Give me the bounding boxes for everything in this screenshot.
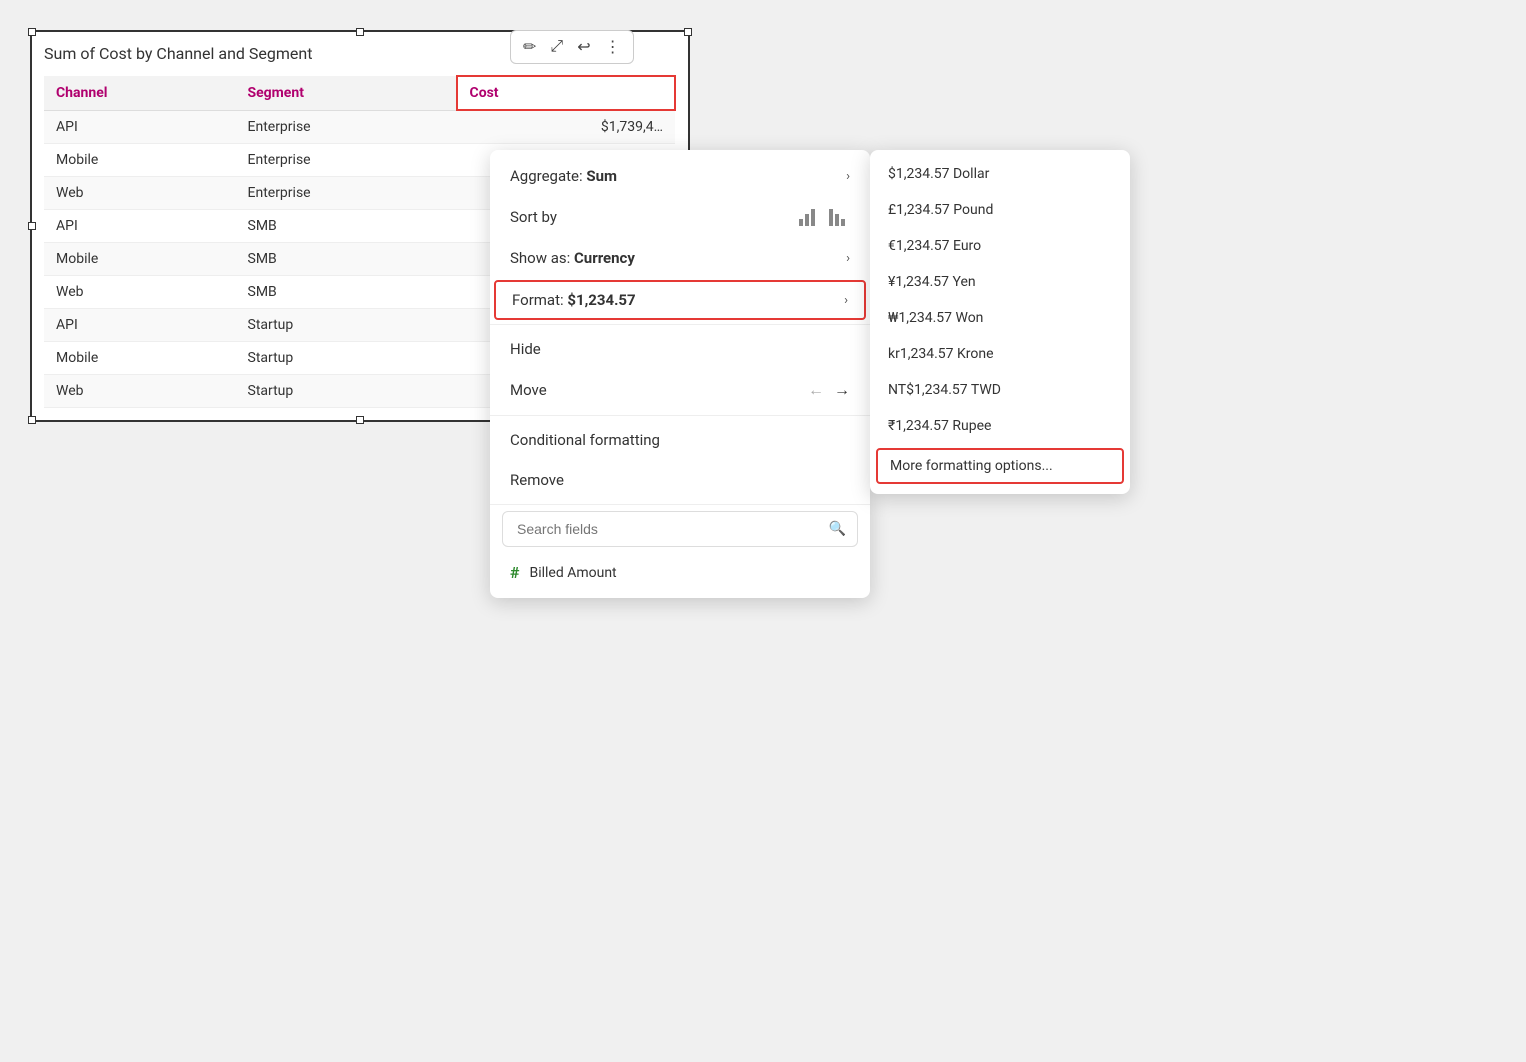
cell-segment: Enterprise [236, 110, 457, 144]
resize-handle-bm[interactable] [356, 416, 364, 424]
show-as-label: Show as: Currency [510, 249, 635, 267]
cell-channel: API [44, 110, 236, 144]
menu-item-move: Move ← → [490, 369, 870, 411]
col-header-cost[interactable]: Cost [457, 76, 675, 110]
undo-button[interactable]: ↩ [573, 35, 594, 59]
separator-1 [490, 324, 870, 325]
hash-icon: # [510, 563, 519, 582]
menu-item-remove[interactable]: Remove [490, 460, 870, 500]
move-arrows: ← → [808, 380, 850, 400]
menu-item-conditional-formatting[interactable]: Conditional formatting [490, 420, 870, 460]
cell-channel: Mobile [44, 243, 236, 276]
conditional-formatting-label: Conditional formatting [510, 431, 660, 449]
resize-handle-ml[interactable] [28, 222, 36, 230]
move-right-icon[interactable]: → [834, 380, 850, 400]
cell-segment: Enterprise [236, 144, 457, 177]
sort-asc-icon[interactable] [798, 207, 820, 227]
currency-item[interactable]: ₹1,234.57 Rupee [870, 408, 1130, 444]
menu-item-show-as[interactable]: Show as: Currency › [490, 238, 870, 278]
cell-channel: Web [44, 276, 236, 309]
col-header-channel[interactable]: Channel [44, 76, 236, 110]
field-item-billed-amount[interactable]: # Billed Amount [490, 553, 870, 592]
cell-channel: Mobile [44, 342, 236, 375]
currency-item[interactable]: NT$1,234.57 TWD [870, 372, 1130, 408]
currency-item[interactable]: ₩1,234.57 Won [870, 300, 1130, 336]
cell-segment: SMB [236, 243, 457, 276]
currency-item[interactable]: kr1,234.57 Krone [870, 336, 1130, 372]
currency-item[interactable]: £1,234.57 Pound [870, 192, 1130, 228]
currency-item[interactable]: More formatting options... [876, 448, 1124, 484]
expand-button[interactable]: ⤢ [546, 36, 567, 58]
aggregate-label: Aggregate: Sum [510, 167, 617, 185]
table-row: API Enterprise $1,739,4… [44, 110, 675, 144]
remove-label: Remove [510, 471, 564, 489]
move-left-icon[interactable]: ← [808, 380, 824, 400]
move-label: Move [510, 381, 547, 399]
col-header-segment[interactable]: Segment [236, 76, 457, 110]
hide-label: Hide [510, 340, 541, 358]
aggregate-chevron: › [846, 169, 850, 184]
sort-label: Sort by [510, 208, 557, 226]
context-menu: Aggregate: Sum › Sort by [490, 150, 870, 598]
resize-handle-bl[interactable] [28, 416, 36, 424]
cell-segment: SMB [236, 276, 457, 309]
widget-toolbar: ✏ ⤢ ↩ ⋮ [510, 30, 634, 64]
menu-item-sort[interactable]: Sort by [490, 196, 870, 238]
separator-2 [490, 415, 870, 416]
resize-handle-tl[interactable] [28, 28, 36, 36]
resize-handle-tm[interactable] [356, 28, 364, 36]
format-chevron: › [844, 293, 848, 308]
cell-segment: Startup [236, 309, 457, 342]
cell-channel: Mobile [44, 144, 236, 177]
sort-desc-icon[interactable] [828, 207, 850, 227]
search-icon: 🔍 [829, 521, 846, 537]
field-item-label: Billed Amount [529, 565, 616, 581]
currency-item[interactable]: ¥1,234.57 Yen [870, 264, 1130, 300]
cell-channel: Web [44, 375, 236, 408]
search-input[interactable] [502, 511, 858, 547]
cell-channel: Web [44, 177, 236, 210]
currency-item[interactable]: $1,234.57 Dollar [870, 156, 1130, 192]
edit-button[interactable]: ✏ [519, 35, 540, 59]
cell-segment: Enterprise [236, 177, 457, 210]
menu-item-aggregate[interactable]: Aggregate: Sum › [490, 156, 870, 196]
cell-cost: $1,739,4… [457, 110, 675, 144]
separator-3 [490, 504, 870, 505]
menu-item-format[interactable]: Format: $1,234.57 › [494, 280, 866, 320]
search-container: 🔍 [502, 511, 858, 547]
cell-segment: Startup [236, 375, 457, 408]
resize-handle-tr[interactable] [684, 28, 692, 36]
menu-item-hide[interactable]: Hide [490, 329, 870, 369]
cell-segment: SMB [236, 210, 457, 243]
cell-channel: API [44, 309, 236, 342]
currency-submenu: $1,234.57 Dollar£1,234.57 Pound€1,234.57… [870, 150, 1130, 494]
format-label: Format: $1,234.57 [512, 291, 636, 309]
cell-channel: API [44, 210, 236, 243]
show-as-chevron: › [846, 251, 850, 266]
currency-item[interactable]: €1,234.57 Euro [870, 228, 1130, 264]
cell-segment: Startup [236, 342, 457, 375]
more-button[interactable]: ⋮ [601, 35, 625, 59]
